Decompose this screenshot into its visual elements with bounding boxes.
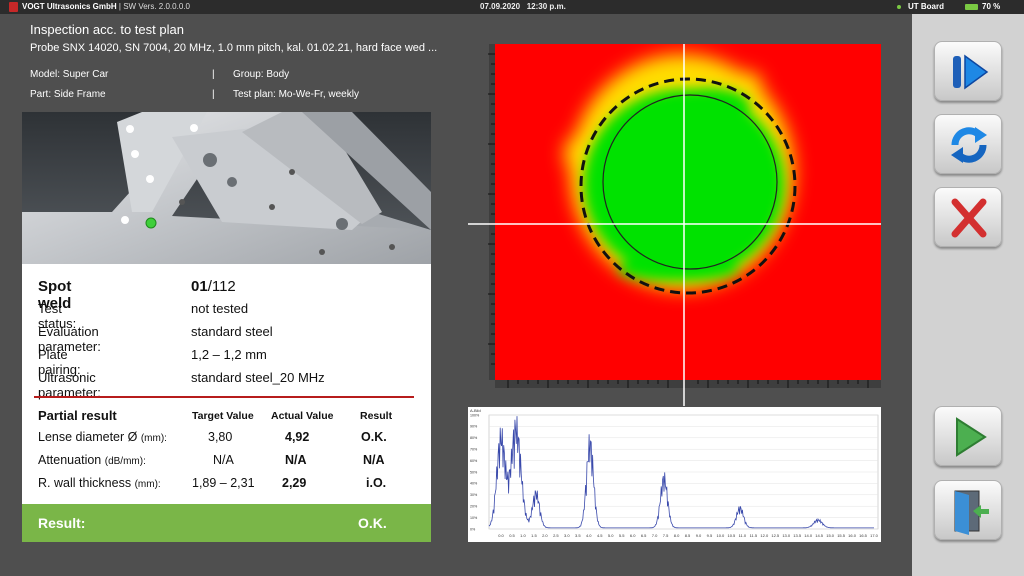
start-button[interactable] — [934, 406, 1002, 466]
a-scan-x-tick: 1.5 — [531, 533, 537, 538]
a-scan-chart: A-Bild 100% 90% 80% 70% 60% 50% 40% 30% 20% 10% 0%… — [468, 407, 881, 542]
company-logo-icon — [9, 2, 18, 12]
a-scan-x-tick: 6.0 — [630, 533, 636, 538]
pause-play-icon — [953, 54, 989, 90]
a-scan-y-tick: 10% — [470, 516, 478, 520]
status-bar: VOGT Ultrasonics GmbH | SW Vers. 2.0.0.0… — [0, 0, 1024, 14]
c-scan-left-ruler — [488, 44, 495, 380]
a-scan-x-tick: 6.5 — [641, 533, 647, 538]
a-scan-x-tick: 9.5 — [707, 533, 713, 538]
a-scan-x-tick: 16.5 — [859, 533, 868, 538]
separator: | — [212, 69, 215, 80]
col-target: Target Value — [192, 410, 254, 422]
result-label: Result: — [38, 515, 86, 531]
a-scan-x-tick: 11.5 — [750, 533, 758, 538]
board-status: UT Board — [897, 0, 944, 14]
a-scan-x-tick: 14.5 — [815, 533, 824, 538]
inspection-panel: Spot weld 01/112 Test status: not tested … — [22, 112, 431, 542]
a-scan-x-tick: 3.0 — [564, 533, 570, 538]
a-scan-x-tick: 12.0 — [760, 533, 769, 538]
cancel-button[interactable] — [934, 187, 1002, 247]
part-info: Part: Side Frame — [30, 89, 106, 100]
col-actual: Actual Value — [271, 410, 334, 422]
a-scan-y-tick: 90% — [470, 425, 478, 429]
a-scan-x-tick: 9.0 — [696, 533, 702, 538]
a-scan-y-tick: 20% — [470, 505, 478, 509]
a-scan-y-tick: 40% — [470, 482, 478, 486]
refresh-icon — [951, 127, 987, 163]
partial-result-title: Partial result — [38, 408, 117, 423]
page-title: Inspection acc. to test plan — [30, 22, 184, 37]
a-scan-x-tick: 10.5 — [727, 533, 736, 538]
a-scan-x-tick: 0.0 — [498, 533, 504, 538]
divider — [34, 396, 414, 398]
a-scan-y-tick: 80% — [470, 436, 478, 440]
a-scan-y-tick: 60% — [470, 459, 478, 463]
a-scan-x-tick: 16.0 — [848, 533, 857, 538]
play-icon — [956, 417, 987, 457]
a-scan-x-tick: 2.5 — [553, 533, 559, 538]
close-icon — [951, 198, 987, 238]
a-scan-x-tick: 15.0 — [826, 533, 835, 538]
a-scan-x-tick: 4.0 — [586, 533, 592, 538]
part-photo — [22, 112, 431, 264]
a-scan-x-tick: 10.0 — [717, 533, 726, 538]
a-scan-x-tick: 0.5 — [509, 533, 515, 538]
c-scan-bottom-ruler — [495, 380, 881, 388]
a-scan-x-tick: 5.0 — [608, 533, 614, 538]
a-scan-x-tick: 17.0 — [870, 533, 879, 538]
a-scan-y-tick: 50% — [470, 470, 478, 474]
a-scan-x-tick: 11.0 — [739, 533, 747, 538]
model-info: Model: Super Car — [30, 69, 109, 80]
a-scan-x-tick: 2.0 — [542, 533, 548, 538]
group-info: Group: Body — [233, 69, 290, 80]
a-scan-y-tick: 30% — [470, 493, 478, 497]
connection-dot-icon — [897, 5, 901, 9]
a-scan-x-tick: 8.0 — [674, 533, 680, 538]
a-scan-x-tick: 13.0 — [782, 533, 791, 538]
refresh-button[interactable] — [934, 114, 1002, 174]
a-scan-y-tick: 0% — [470, 527, 476, 531]
pause-resume-button[interactable] — [934, 41, 1002, 101]
battery-level: 70 % — [982, 2, 1001, 11]
a-scan-title: A-Bild — [470, 408, 481, 413]
a-scan-x-tick: 1.0 — [520, 533, 526, 538]
a-scan-x-tick: 7.5 — [663, 533, 669, 538]
test-plan-info: Test plan: Mo-We-Fr, weekly — [233, 89, 359, 100]
exit-door-icon — [954, 490, 989, 535]
a-scan-x-tick: 3.5 — [575, 533, 581, 538]
a-scan-x-tick: 5.5 — [619, 533, 625, 538]
probe-info: Probe SNX 14020, SN 7004, 20 MHz, 1.0 mm… — [30, 42, 438, 54]
result-bar: Result: O.K. — [22, 504, 431, 542]
a-scan-x-tick: 4.5 — [597, 533, 603, 538]
c-scan-view[interactable] — [468, 44, 881, 406]
result-value: O.K. — [358, 515, 387, 531]
a-scan-x-tick: 13.5 — [793, 533, 802, 538]
battery-icon — [965, 4, 978, 10]
action-panel — [912, 14, 1024, 576]
a-scan-y-tick: 100% — [470, 413, 480, 417]
exit-button[interactable] — [934, 480, 1002, 540]
company-name: VOGT Ultrasonics GmbH | SW Vers. 2.0.0.0… — [22, 2, 190, 11]
separator: | — [212, 89, 215, 100]
a-scan-x-tick: 15.5 — [837, 533, 846, 538]
a-scan-x-tick: 12.5 — [771, 533, 780, 538]
a-scan-x-tick: 14.0 — [804, 533, 813, 538]
a-scan-x-tick: 7.0 — [652, 533, 658, 538]
col-result: Result — [360, 410, 393, 422]
spot-weld-counter: 01/112 — [191, 278, 236, 295]
date-time: 07.09.2020 12:30 p.m. — [480, 2, 566, 11]
a-scan-y-tick: 70% — [470, 448, 478, 452]
a-scan-x-tick: 8.5 — [685, 533, 691, 538]
